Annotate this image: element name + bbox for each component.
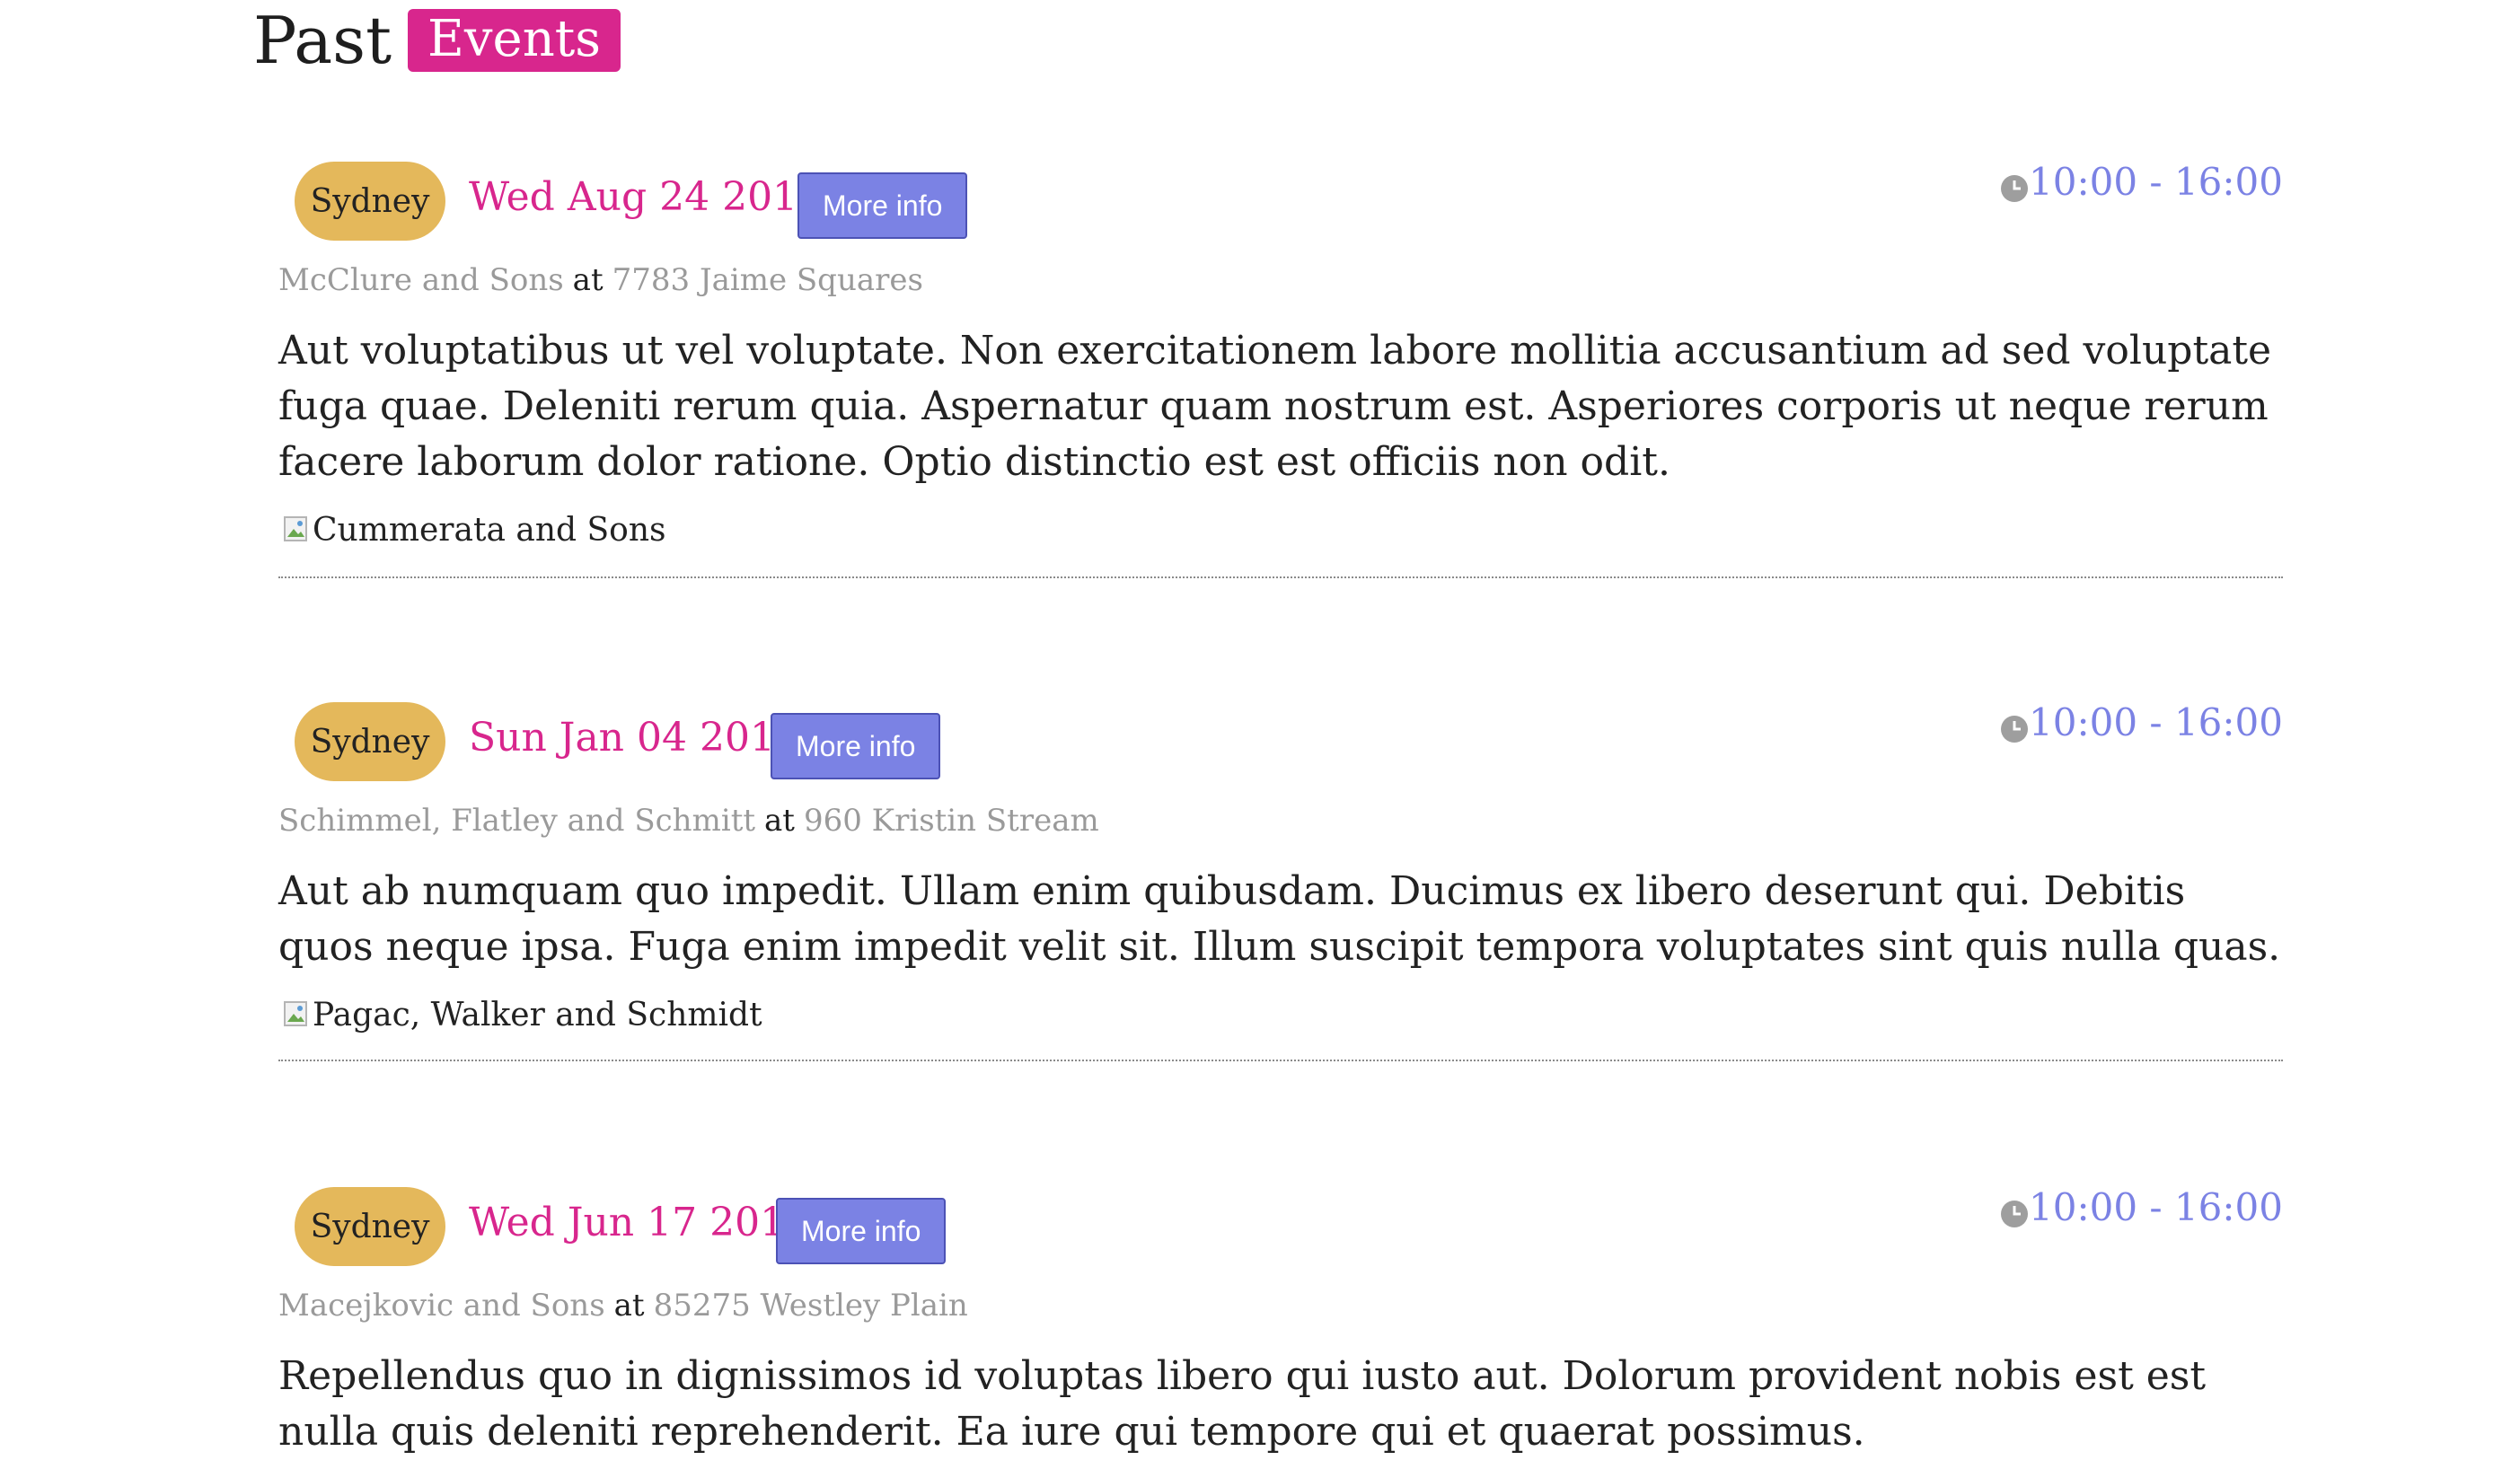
organizer-link[interactable]: Schimmel, Flatley and Schmitt: [278, 803, 755, 839]
event-header: Sydney Wed Jun 17 2015 More info 10:00 -…: [278, 1185, 2283, 1270]
more-info-button[interactable]: More info: [776, 1198, 947, 1264]
more-info-button[interactable]: More info: [797, 172, 968, 239]
event-header: Sydney Sun Jan 04 2015 More info 10:00 -…: [278, 700, 2283, 785]
venue-line: Schimmel, Flatley and Schmitt at 960 Krist…: [278, 803, 2283, 839]
event-date: Wed Jun 17 2015: [469, 1200, 811, 1245]
organizer-link[interactable]: McClure and Sons: [278, 262, 564, 298]
venue-line: McClure and Sons at 7783 Jaime Squares: [278, 262, 2283, 298]
event-description: Repellendus quo in dignissimos id volupt…: [278, 1353, 2207, 1455]
at-label: at: [572, 262, 604, 298]
at-label: at: [613, 1288, 645, 1324]
image-alt-text: Pagac, Walker and Schmidt: [313, 996, 762, 1034]
event-card: Sydney Wed Jun 17 2015 More info 10:00 -…: [278, 1185, 2283, 1469]
event-card: Sydney Wed Aug 24 2016 More info 10:00 -…: [278, 160, 2283, 578]
events-badge: Events: [408, 9, 621, 72]
address-link[interactable]: 7783 Jaime Squares: [612, 262, 923, 298]
event-description: Aut ab numquam quo impedit. Ullam enim q…: [278, 868, 2281, 970]
event-description: Aut voluptatibus ut vel voluptate. Non e…: [278, 328, 2272, 485]
venue-line: Macejkovic and Sons at 85275 Westley Plain: [278, 1288, 2283, 1324]
city-badge: Sydney: [295, 702, 445, 781]
broken-image-icon: [284, 516, 307, 541]
event-date: Sun Jan 04 2015: [469, 715, 800, 761]
sponsor-image: Pagac, Walker and Schmidt: [284, 991, 2283, 1038]
page: Past Events Sydney Wed Aug 24 2016 More …: [0, 0, 2520, 1469]
clock-icon: [2001, 1200, 2029, 1227]
event-header: Sydney Wed Aug 24 2016 More info 10:00 -…: [278, 160, 2283, 244]
address-link[interactable]: 85275 Westley Plain: [654, 1288, 968, 1324]
image-alt-text: Cummerata and Sons: [313, 511, 666, 549]
event-date: Wed Aug 24 2016: [469, 174, 824, 220]
city-badge: Sydney: [295, 162, 445, 241]
clock-icon: [2001, 174, 2029, 202]
sponsor-image: Cummerata and Sons: [284, 506, 2283, 553]
time-range: 10:00 - 16:00: [2029, 700, 2283, 744]
page-heading: Past Events: [253, 0, 621, 81]
at-label: at: [764, 803, 795, 839]
organizer-link[interactable]: Macejkovic and Sons: [278, 1288, 605, 1324]
event-time: 10:00 - 16:00: [2000, 160, 2283, 204]
city-badge: Sydney: [295, 1187, 445, 1266]
more-info-button[interactable]: More info: [771, 713, 941, 779]
page-title: Past: [253, 3, 392, 78]
event-card: Sydney Sun Jan 04 2015 More info 10:00 -…: [278, 700, 2283, 1061]
time-range: 10:00 - 16:00: [2029, 1185, 2283, 1229]
address-link[interactable]: 960 Kristin Stream: [804, 803, 1099, 839]
clock-icon: [2001, 715, 2029, 743]
broken-image-icon: [284, 1001, 307, 1026]
event-time: 10:00 - 16:00: [2000, 700, 2283, 744]
time-range: 10:00 - 16:00: [2029, 160, 2283, 204]
event-time: 10:00 - 16:00: [2000, 1185, 2283, 1229]
